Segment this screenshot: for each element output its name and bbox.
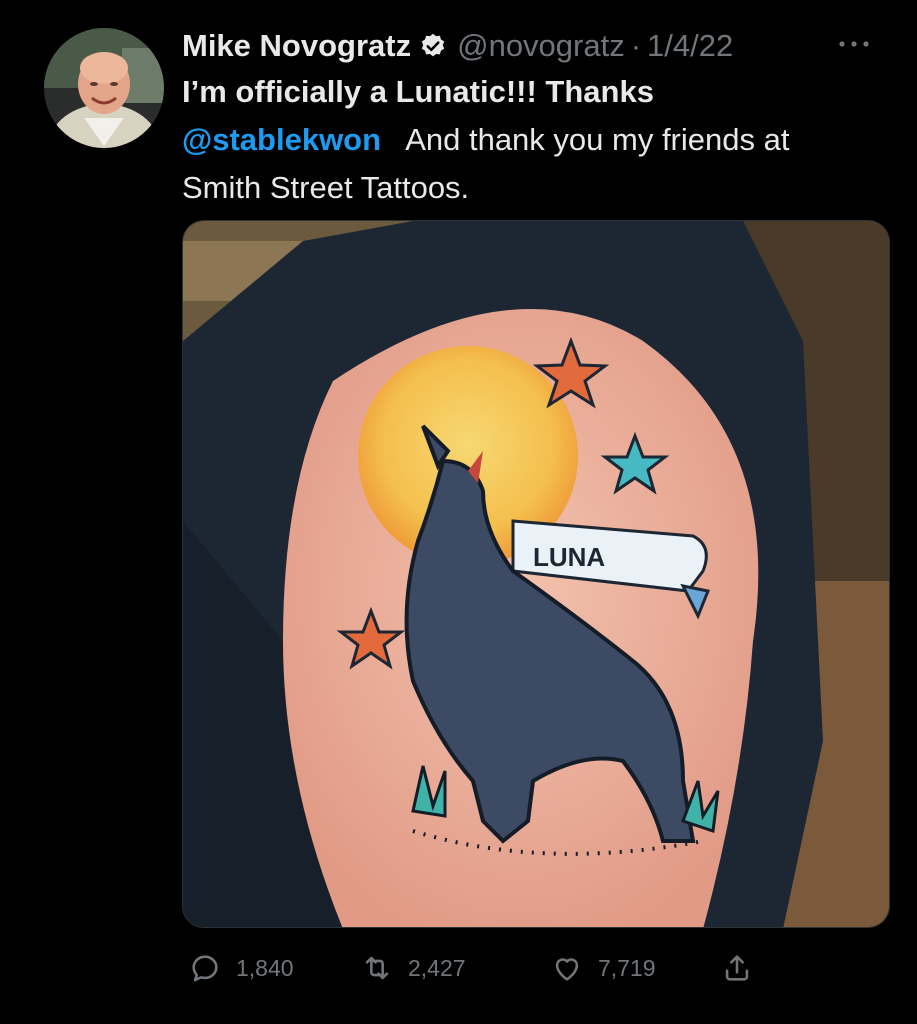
tweet-text: I’m officially a Lunatic!!! Thanks @stab… [182,68,882,212]
like-icon [555,958,579,981]
reply-icon [192,955,218,982]
retweet-count: 2,427 [408,954,466,981]
tweet-text-line3: Smith Street Tattoos. [182,170,470,205]
verified-badge-icon [421,33,445,57]
mention-link[interactable]: @stablekwon [182,122,381,157]
retweet-button[interactable]: 2,427 [360,944,466,992]
tweet-text-line1: I’m officially a Lunatic!!! Thanks [182,74,654,109]
avatar[interactable] [44,28,164,148]
share-button[interactable] [720,944,768,992]
retweet-icon [365,956,389,980]
share-icon [725,955,749,981]
tweet-header: Mike Novogratz @novogratz · 1/4/22 [182,22,902,70]
tweet-media-image[interactable]: LUNA [182,220,890,928]
tweet-date[interactable]: 1/4/22 [647,28,733,64]
tweet-text-line2: And thank you my friends at [381,122,790,157]
like-count: 7,719 [598,954,656,981]
like-button[interactable]: 7,719 [550,944,656,992]
banner-text: LUNA [533,542,605,572]
more-icon[interactable] [834,32,874,56]
tweet-action-bar: 1,840 2,427 7,719 [182,944,782,992]
separator-dot: · [630,28,642,63]
author-handle[interactable]: @novogratz [457,28,625,64]
reply-count: 1,840 [236,954,294,981]
author-display-name[interactable]: Mike Novogratz [182,28,411,64]
reply-button[interactable]: 1,840 [188,944,294,992]
